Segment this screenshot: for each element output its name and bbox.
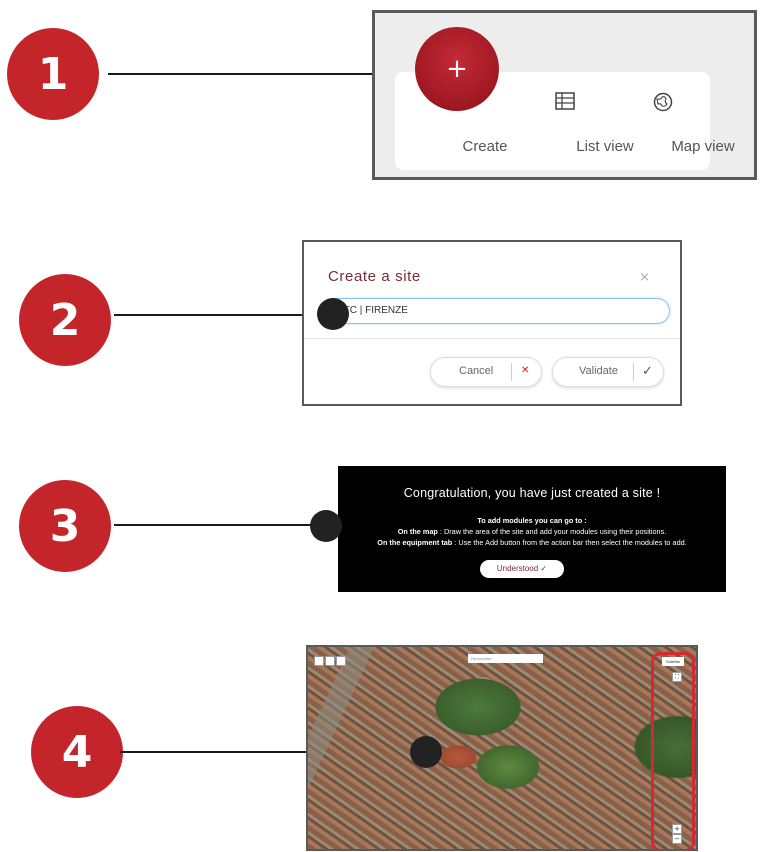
congrat-line-3: On the equipment tab : Use the Add butto… [338, 538, 726, 547]
cancel-icon: ✕ [521, 365, 530, 376]
cancel-divider [511, 363, 512, 381]
map-controls-highlight [651, 652, 695, 849]
cancel-button[interactable]: Cancel ✕ [430, 357, 542, 387]
dialog-title: Create a site [328, 268, 421, 285]
create-tool[interactable]: Create [425, 138, 507, 158]
step-4-marker: 4 [31, 706, 123, 798]
map-view-button[interactable]: Map view [623, 92, 735, 162]
map-view-label: Map view [671, 138, 735, 155]
connector-3-dot [310, 510, 342, 542]
cancel-label: Cancel [459, 365, 494, 377]
congrat-line-2-bold: On the map [397, 527, 438, 536]
connector-2-dot [317, 298, 349, 330]
satellite-map[interactable]: Rechercher Satellite ⛶ + − [306, 645, 698, 851]
connector-3 [114, 524, 326, 526]
dialog-divider [304, 338, 680, 339]
map-tool-delete[interactable] [336, 656, 346, 666]
map-search-input[interactable]: Rechercher [468, 654, 543, 663]
congrat-line-2: On the map : Draw the area of the site a… [338, 527, 726, 536]
step-3-marker: 3 [19, 480, 111, 572]
list-view-button[interactable]: List view [525, 92, 634, 162]
congratulation-banner: Congratulation, you have just created a … [338, 466, 726, 592]
congrat-line-3-bold: On the equipment tab [377, 538, 453, 547]
map-tool-edit[interactable] [325, 656, 335, 666]
create-site-dialog: Create a site × ETC | FIRENZE Cancel ✕ V… [302, 240, 682, 406]
validate-divider [633, 363, 634, 381]
step-1-marker: 1 [7, 28, 99, 120]
close-icon[interactable]: × [639, 270, 650, 285]
congrat-heading: Congratulation, you have just created a … [403, 486, 661, 500]
map-tool-draw[interactable] [314, 656, 324, 666]
step-2-marker: 2 [19, 274, 111, 366]
site-name-input[interactable]: ETC | FIRENZE [326, 298, 670, 324]
congrat-line-2-rest: : Draw the area of the site and add your… [437, 527, 667, 536]
validate-label: Validate [579, 365, 618, 377]
understood-button[interactable]: Understood ✓ [480, 560, 564, 578]
connector-4-dot [410, 736, 442, 768]
globe-icon [653, 92, 673, 116]
create-toolbar-screenshot: Create List view Map view + [372, 10, 757, 180]
congrat-line-3-rest: : Use the Add button from the action bar… [452, 538, 687, 547]
check-icon: ✓ [642, 363, 653, 378]
congrat-line-1: To add modules you can go to : [338, 516, 726, 525]
create-plus-button[interactable]: + [415, 27, 499, 111]
list-icon [555, 92, 575, 114]
congrat-line-1-text: To add modules you can go to : [477, 516, 587, 525]
create-label: Create [462, 138, 508, 155]
validate-button[interactable]: Validate ✓ [552, 357, 664, 387]
